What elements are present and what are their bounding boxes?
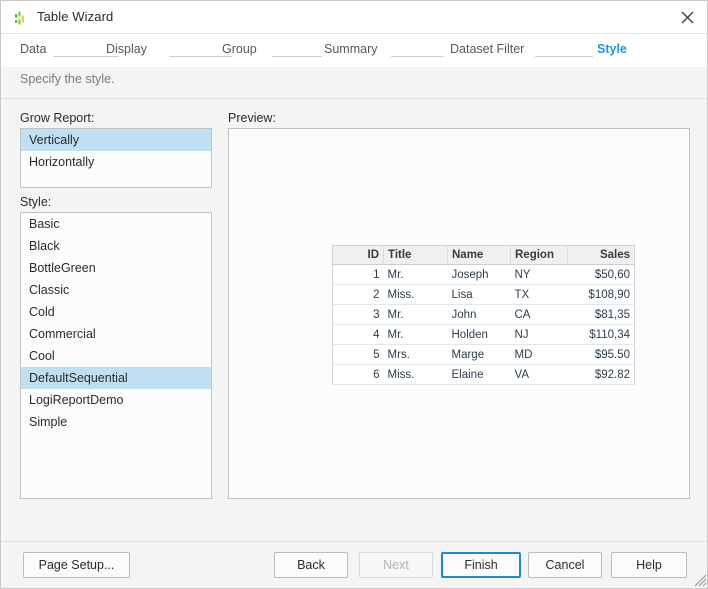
wizard-body: Grow Report: Vertically Horizontally Sty… (1, 99, 707, 541)
cell-sales: $95.50 (567, 344, 635, 365)
wizard-step-display[interactable]: Display (106, 42, 147, 56)
style-item-logireportdemo[interactable]: LogiReportDemo (21, 389, 211, 411)
cell-name: John (447, 304, 511, 325)
cell-title: Mrs. (383, 344, 448, 365)
cell-sales: $108,90 (567, 284, 635, 305)
cell-title: Mr. (383, 264, 448, 285)
step-connector (535, 56, 593, 57)
cell-id: 6 (332, 364, 384, 385)
cell-region: TX (510, 284, 568, 305)
close-button[interactable] (671, 4, 705, 31)
style-item-defaultsequential[interactable]: DefaultSequential (21, 367, 211, 389)
cell-region: CA (510, 304, 568, 325)
cell-title: Mr. (383, 304, 448, 325)
style-item-commercial[interactable]: Commercial (21, 323, 211, 345)
title-bar: Table Wizard (1, 1, 707, 34)
grow-report-label: Grow Report: (20, 111, 95, 125)
cell-region: VA (510, 364, 568, 385)
step-connector (272, 56, 322, 57)
instruction-text: Specify the style. (20, 72, 115, 86)
cell-title: Mr. (383, 324, 448, 345)
style-item-classic[interactable]: Classic (21, 279, 211, 301)
style-item-black[interactable]: Black (21, 235, 211, 257)
grow-report-item-horizontally[interactable]: Horizontally (21, 151, 211, 173)
table-row: 4 Mr. Holden NJ $110,34 (332, 324, 635, 345)
window-title: Table Wizard (37, 9, 114, 24)
style-item-basic[interactable]: Basic (21, 213, 211, 235)
wizard-step-group[interactable]: Group (222, 42, 257, 56)
table-wizard-window: Table Wizard Data Display Group Summary … (0, 0, 708, 589)
style-item-bottlegreen[interactable]: BottleGreen (21, 257, 211, 279)
column-header-region: Region (510, 245, 568, 265)
grow-report-listbox[interactable]: Vertically Horizontally (20, 128, 212, 188)
column-header-title: Title (383, 245, 448, 265)
column-header-name: Name (447, 245, 511, 265)
cancel-button[interactable]: Cancel (528, 552, 602, 578)
table-row: 6 Miss. Elaine VA $92.82 (332, 364, 635, 385)
grow-report-item-vertically[interactable]: Vertically (21, 129, 211, 151)
style-label: Style: (20, 195, 52, 209)
wizard-step-summary[interactable]: Summary (324, 42, 377, 56)
back-button[interactable]: Back (274, 552, 348, 578)
help-button[interactable]: Help (611, 552, 687, 578)
page-setup-button[interactable]: Page Setup... (23, 552, 130, 578)
cell-name: Elaine (447, 364, 511, 385)
style-item-cool[interactable]: Cool (21, 345, 211, 367)
cell-sales: $81,35 (567, 304, 635, 325)
cell-name: Holden (447, 324, 511, 345)
resize-grip[interactable] (693, 573, 707, 587)
preview-table: ID Title Name Region Sales 1 Mr. Joseph … (332, 245, 635, 385)
cell-name: Joseph (447, 264, 511, 285)
step-connector (53, 56, 119, 57)
wizard-step-dataset-filter[interactable]: Dataset Filter (450, 42, 524, 56)
cell-id: 1 (332, 264, 384, 285)
bar-chart-icon (14, 10, 30, 26)
table-row: 5 Mrs. Marge MD $95.50 (332, 344, 635, 365)
table-row: 2 Miss. Lisa TX $108,90 (332, 284, 635, 305)
cell-sales: $50,60 (567, 264, 635, 285)
cell-sales: $110,34 (567, 324, 635, 345)
wizard-steps: Data Display Group Summary Dataset Filte… (1, 34, 707, 67)
wizard-step-data[interactable]: Data (20, 42, 46, 56)
cell-region: MD (510, 344, 568, 365)
preview-label: Preview: (228, 111, 276, 125)
table-header-row: ID Title Name Region Sales (332, 245, 635, 265)
cell-id: 3 (332, 304, 384, 325)
wizard-step-style[interactable]: Style (597, 42, 627, 56)
style-item-simple[interactable]: Simple (21, 411, 211, 433)
table-row: 3 Mr. John CA $81,35 (332, 304, 635, 325)
cell-region: NJ (510, 324, 568, 345)
footer-bar: Page Setup... Back Next Finish Cancel He… (1, 541, 707, 588)
cell-sales: $92.82 (567, 364, 635, 385)
style-item-cold[interactable]: Cold (21, 301, 211, 323)
cell-name: Lisa (447, 284, 511, 305)
cell-title: Miss. (383, 284, 448, 305)
finish-button[interactable]: Finish (441, 552, 521, 578)
preview-panel: ID Title Name Region Sales 1 Mr. Joseph … (228, 128, 690, 499)
cell-name: Marge (447, 344, 511, 365)
step-connector (391, 56, 444, 57)
table-row: 1 Mr. Joseph NY $50,60 (332, 264, 635, 285)
step-connector (169, 56, 232, 57)
cell-region: NY (510, 264, 568, 285)
cell-id: 5 (332, 344, 384, 365)
cell-title: Miss. (383, 364, 448, 385)
column-header-sales: Sales (567, 245, 635, 265)
cell-id: 4 (332, 324, 384, 345)
style-listbox[interactable]: Basic Black BottleGreen Classic Cold Com… (20, 212, 212, 499)
column-header-id: ID (332, 245, 384, 265)
cell-id: 2 (332, 284, 384, 305)
next-button: Next (359, 552, 433, 578)
